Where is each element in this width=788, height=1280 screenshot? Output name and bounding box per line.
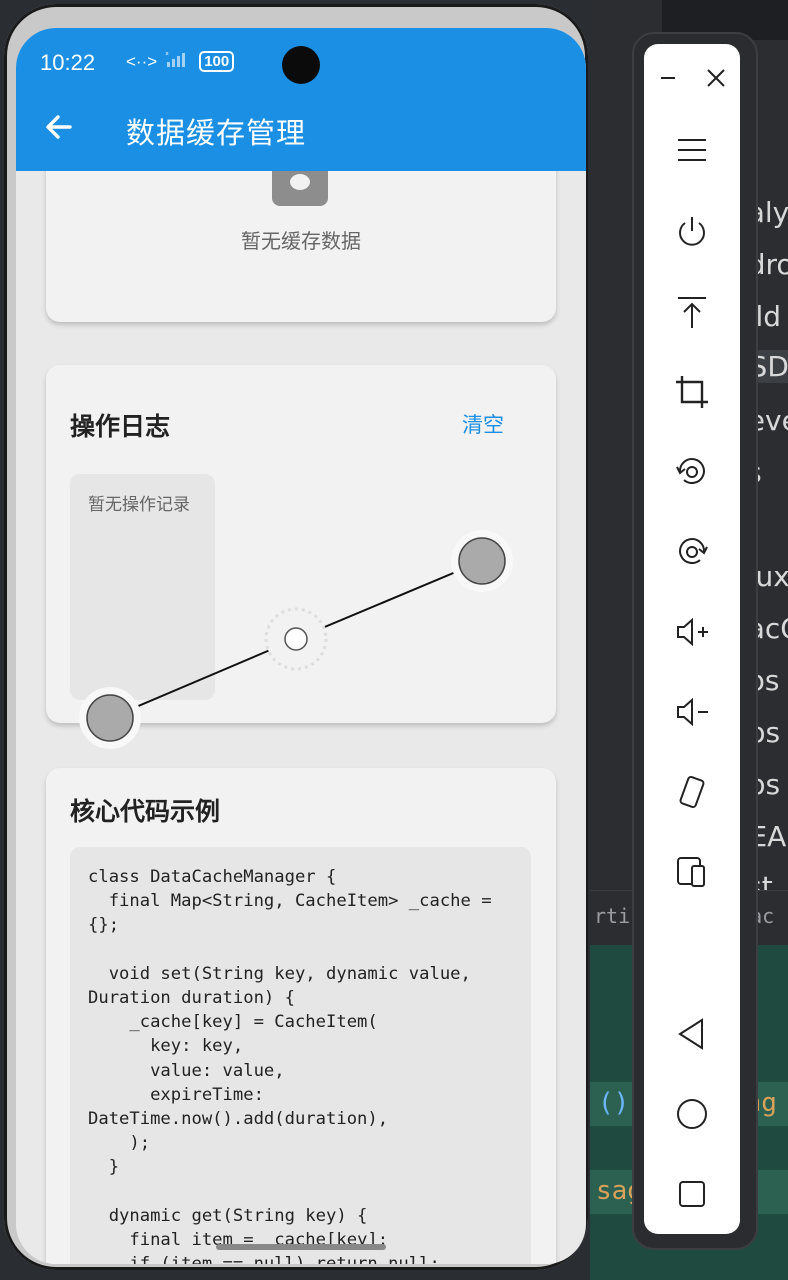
emulator-toolbar [644,44,740,1234]
minimize-button[interactable] [648,58,688,98]
camera-cutout [282,46,320,84]
menu-button[interactable] [672,130,712,170]
clear-log-button[interactable]: 清空 [462,409,504,439]
battery-icon: 100 [199,51,235,72]
code-card: 核心代码示例 class DataCacheManager { final Ma… [46,768,556,1264]
log-empty-text: 暂无操作记录 [88,495,190,515]
overview-nav-button[interactable] [672,1174,712,1214]
home-indicator[interactable] [216,1244,386,1250]
code-title: 核心代码示例 [70,797,221,826]
volume-down-icon [677,697,708,727]
volume-down-button[interactable] [672,692,712,732]
volume-up-button[interactable] [672,612,712,652]
square-overview-icon [679,1181,705,1207]
code-text: class DataCacheManager { final Map<Strin… [88,867,492,1264]
log-list: 暂无操作记录 [70,474,215,700]
fold-devices-icon [677,857,705,887]
home-nav-button[interactable] [672,1094,712,1134]
signal-icon: ˣ [165,50,191,73]
status-icons: <··> ˣ 100 [126,50,235,73]
crop-button[interactable] [672,372,712,412]
rotate-device-button[interactable] [672,772,712,812]
app-bar: 10:22 <··> ˣ 100 数据缓存管理 [16,28,586,171]
back-button[interactable] [42,110,76,144]
minimize-icon [661,77,675,79]
power-icon [679,217,705,246]
upload-button[interactable] [672,292,712,332]
fold-button[interactable] [672,852,712,892]
phone-screen: 10:22 <··> ˣ 100 数据缓存管理 暂无缓存数据 操作日志 清空 暂… [16,28,586,1264]
volume-up-icon [677,617,708,647]
page-title: 数据缓存管理 [126,116,307,150]
empty-cache-text: 暂无缓存数据 [241,229,361,253]
code-block: class DataCacheManager { final Map<Strin… [70,847,531,1264]
status-time: 10:22 [40,50,96,75]
phone-frame: 10:22 <··> ˣ 100 数据缓存管理 暂无缓存数据 操作日志 清空 暂… [4,4,588,1270]
svg-text:ˣ: ˣ [165,51,169,61]
power-button[interactable] [672,212,712,252]
rotate-right-button[interactable] [672,532,712,572]
empty-box-icon [272,168,328,206]
close-icon [707,69,725,87]
log-card: 操作日志 清空 暂无操作记录 [46,365,556,723]
circle-home-icon [677,1099,707,1129]
rotate-left-icon [676,458,705,485]
rotate-left-button[interactable] [672,452,712,492]
log-title: 操作日志 [70,412,171,441]
triangle-back-icon [678,1018,703,1050]
rotate-device-icon [679,775,705,809]
network-icon: <··> [126,51,158,71]
back-nav-button[interactable] [672,1014,712,1054]
arrow-left-icon [46,115,72,139]
arrow-up-bar-icon [678,297,706,328]
crop-icon [676,376,708,408]
close-button[interactable] [696,58,736,98]
rotate-right-icon [679,538,708,565]
menu-icon [678,139,706,161]
